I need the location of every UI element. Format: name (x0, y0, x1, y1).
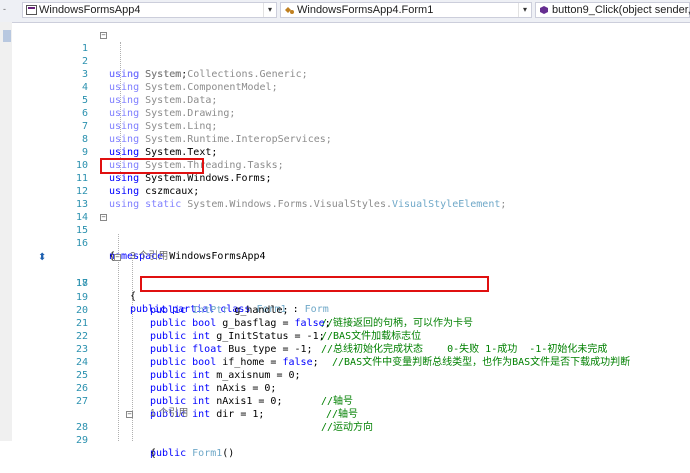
method-icon (539, 5, 550, 15)
code-line[interactable]: 20 public bool g_basflag = false; //BAS文… (12, 291, 690, 342)
navigation-bar: - WindowsFormsApp4 ▾ WindowsFormsApp4.Fo… (0, 0, 690, 23)
code-line[interactable]: 22 public float Bus_type = -1; //BAS文件中变… (12, 317, 690, 368)
code-line[interactable]: 7 using System.Runtime.InteropServices; (12, 107, 690, 145)
code-line[interactable]: 29 { (12, 421, 690, 459)
code-line[interactable]: 5 using System.Drawing; (12, 81, 690, 119)
class-icon (284, 5, 295, 15)
code-line[interactable]: 23 public bool if_home = false; (12, 330, 690, 368)
member-dropdown[interactable]: button9_Click(object sender, Even (535, 2, 690, 18)
chevron-down-icon[interactable]: ▾ (263, 3, 276, 17)
highlight-box-g-handle (140, 276, 489, 292)
code-line[interactable]: 9 using System.Threading.Tasks; (12, 133, 690, 171)
code-line[interactable]: 1 − using System; (12, 29, 690, 81)
collapse-icon[interactable]: − (126, 411, 133, 418)
code-editor[interactable]: 1 − using System; 2 using System.Collect… (12, 22, 690, 460)
code-line[interactable]: 25 public int nAxis = 0; //轴号 (12, 356, 690, 407)
codelens-references[interactable]: 3 个引用 (12, 237, 690, 262)
code-line[interactable]: 13 (12, 185, 690, 210)
project-dropdown[interactable]: WindowsFormsApp4 ▾ (22, 2, 277, 18)
code-line[interactable]: 8 using System.Text; (12, 120, 690, 158)
nav-left-margin: - (3, 4, 6, 14)
collapse-icon[interactable]: − (114, 254, 121, 261)
highlight-box-using-cszmcaux (100, 158, 204, 174)
class-dropdown[interactable]: WindowsFormsApp4.Form1 ▾ (280, 2, 532, 18)
code-line[interactable]: ⬍ 17 − public partial class Form1 : Form (12, 251, 690, 315)
code-line[interactable]: 16 { (12, 224, 690, 262)
collapse-icon[interactable]: − (100, 214, 107, 221)
class-name: WindowsFormsApp4.Form1 (297, 4, 434, 16)
code-line[interactable]: 4 using System.Data; (12, 68, 690, 106)
code-line[interactable]: 21 public int g_InitStatus = -1; //总线初始化… (12, 304, 690, 355)
change-marker (3, 30, 11, 42)
codelens-references[interactable]: 1 个引用 (12, 394, 690, 419)
csharp-project-icon (26, 5, 37, 15)
chevron-down-icon[interactable]: ▾ (518, 3, 531, 17)
code-line[interactable]: 15 − namespace WindowsFormsApp4 (12, 211, 690, 263)
code-line[interactable]: 24 public int m_axisnum = 0; (12, 343, 690, 381)
project-name: WindowsFormsApp4 (39, 4, 141, 16)
code-line[interactable]: 14 (12, 198, 690, 223)
editor-left-gutter (0, 22, 12, 441)
implementation-glyph-icon[interactable]: ⬍ (38, 251, 46, 264)
collapse-icon[interactable]: − (100, 32, 107, 39)
code-line[interactable]: 3 using System.ComponentModel; (12, 55, 690, 93)
code-line[interactable]: 2 using System.Collections.Generic; (12, 42, 690, 80)
code-line[interactable]: 26 public int nAxis1 = 0; //轴号 (12, 369, 690, 420)
code-line[interactable]: 6 using System.Linq; (12, 94, 690, 132)
code-line[interactable]: 28 − public Form1() (12, 408, 690, 460)
member-name: button9_Click(object sender, Even (552, 4, 690, 16)
